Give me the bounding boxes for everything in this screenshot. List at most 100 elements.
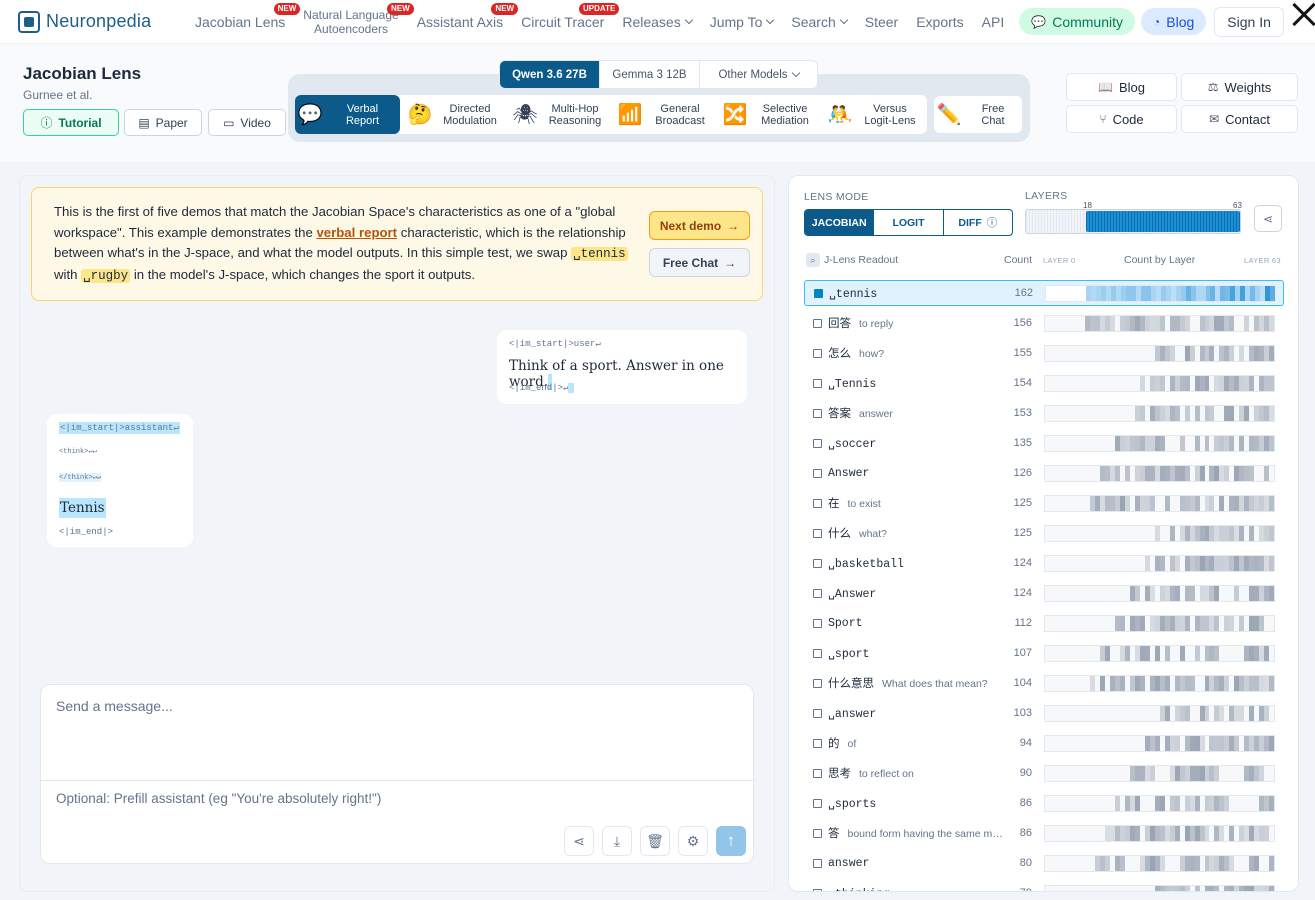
mode-logit[interactable]: LOGIT	[874, 210, 944, 235]
top-nav: Neuronpedia Jacobian Lens NEW Natural Lan…	[0, 0, 1315, 44]
code-button[interactable]: ⑂ Code	[1066, 105, 1177, 133]
paper-button[interactable]: ▤ Paper	[124, 109, 202, 136]
layer-range-slider[interactable]	[1025, 209, 1241, 234]
demo-multi-hop-reasoning[interactable]: 🕷 Multi-Hop Reasoning	[510, 95, 610, 134]
readout-row[interactable]: 在 to exist 125	[804, 490, 1284, 516]
tab-qwen[interactable]: Qwen 3.6 27B	[500, 61, 600, 88]
community-button[interactable]: 💬 Community	[1019, 8, 1135, 35]
search-icon[interactable]: ⌕	[806, 253, 820, 267]
nav-assistant-axis[interactable]: Assistant Axis NEW	[408, 0, 519, 44]
video-button[interactable]: ▭ Video	[208, 109, 286, 136]
verbal-report-link[interactable]: verbal report	[316, 225, 397, 240]
blog-label: Blog	[1166, 13, 1195, 30]
tab-gemma[interactable]: Gemma 3 12B	[600, 61, 700, 88]
composer-divider	[41, 780, 755, 781]
delete-button[interactable]: 🗑	[640, 826, 670, 856]
assistant-answer[interactable]: Tennis	[59, 498, 106, 518]
readout-row[interactable]: ␣answer 103	[804, 700, 1284, 726]
free-chat-button[interactable]: Free Chat →	[649, 248, 750, 277]
settings-button[interactable]: ⚙	[678, 826, 708, 856]
weights-button[interactable]: ⚖ Weights	[1181, 73, 1298, 101]
row-checkbox[interactable]	[813, 678, 822, 688]
nav-natural-language-autoencoders[interactable]: Natural Language Autoencoders NEW	[294, 0, 414, 44]
row-checkbox[interactable]	[813, 528, 822, 538]
row-checkbox[interactable]	[813, 468, 822, 478]
readout-row[interactable]: 思考 to reflect on 90	[804, 760, 1284, 786]
row-checkbox[interactable]	[813, 558, 822, 568]
row-checkbox[interactable]	[813, 768, 822, 778]
row-checkbox[interactable]	[813, 588, 822, 598]
readout-row[interactable]: 怎么 how? 155	[804, 340, 1284, 366]
contact-label: Contact	[1225, 111, 1270, 127]
row-checkbox[interactable]	[813, 348, 822, 358]
readout-row[interactable]: 的 of 94	[804, 730, 1284, 756]
blog-link-button[interactable]: 📖 Blog	[1066, 73, 1177, 101]
brand[interactable]: Neuronpedia	[18, 10, 186, 33]
nav-search[interactable]: Search	[782, 0, 855, 44]
readout-row[interactable]: ␣thinking 79	[804, 880, 1284, 891]
readout-row[interactable]: ␣basketball 124	[804, 550, 1284, 576]
row-checkbox[interactable]	[813, 708, 822, 718]
contact-button[interactable]: ✉ Contact	[1181, 105, 1298, 133]
token-text: 什么意思	[828, 678, 874, 691]
readout-row[interactable]: Answer 126	[804, 460, 1284, 486]
nav-jacobian-lens[interactable]: Jacobian Lens NEW	[186, 0, 301, 44]
mode-diff[interactable]: DIFF ⓘ	[944, 210, 1012, 235]
row-checkbox[interactable]	[813, 498, 822, 508]
demo-directed-modulation[interactable]: 🤔 Directed Modulation	[405, 95, 505, 134]
row-checkbox[interactable]	[813, 618, 822, 628]
readout-row[interactable]: ␣soccer 135	[804, 430, 1284, 456]
demo-selective-mediation[interactable]: 🔀 Selective Mediation	[720, 95, 820, 134]
demo-versus-logit-lens[interactable]: 🤼 Versus Logit-Lens	[825, 95, 925, 134]
token-text: ␣sport	[828, 647, 870, 661]
readout-row[interactable]: 回答 to reply 156	[804, 310, 1284, 336]
readout-row[interactable]: 答 bound form having the same m… 86	[804, 820, 1284, 846]
layer-range-selection[interactable]	[1086, 211, 1240, 232]
close-icon[interactable]	[1287, 0, 1315, 28]
readout-row[interactable]: ␣sport 107	[804, 640, 1284, 666]
share-lens-button[interactable]: ⋖	[1254, 205, 1282, 232]
readout-row[interactable]: 答案 answer 153	[804, 400, 1284, 426]
readout-row[interactable]: 什么 what? 125	[804, 520, 1284, 546]
row-checkbox[interactable]	[813, 318, 822, 328]
readout-row[interactable]: 什么意思 What does that mean? 104	[804, 670, 1284, 696]
row-checkbox[interactable]	[813, 738, 822, 748]
nav-steer[interactable]: Steer	[856, 0, 907, 44]
tutorial-button[interactable]: ⓘ Tutorial	[23, 109, 119, 136]
download-button[interactable]: ⤓	[602, 826, 632, 856]
readout-row[interactable]: ␣Answer 124	[804, 580, 1284, 606]
readout-row[interactable]: ␣sports 86	[804, 790, 1284, 816]
send-button[interactable]: ↑	[716, 826, 746, 856]
nav-exports[interactable]: Exports	[907, 0, 972, 44]
assistant-start-token: <|im_start|>assistant↵	[59, 422, 180, 434]
nav-releases[interactable]: Releases	[613, 0, 700, 44]
row-checkbox[interactable]	[814, 288, 823, 298]
nav-api[interactable]: API	[973, 0, 1014, 44]
readout-row[interactable]: answer 80	[804, 850, 1284, 876]
readout-row[interactable]: ␣Tennis 154	[804, 370, 1284, 396]
share-button[interactable]: ⋖	[564, 826, 594, 856]
row-checkbox[interactable]	[813, 648, 822, 658]
row-checkbox[interactable]	[813, 378, 822, 388]
demo-verbal-report[interactable]: 💬 Verbal Report	[295, 95, 400, 134]
row-checkbox[interactable]	[813, 798, 822, 808]
row-checkbox[interactable]	[813, 438, 822, 448]
demo-free-chat[interactable]: ✏️ Free Chat	[933, 95, 1023, 134]
message-input[interactable]: Send a message...	[56, 698, 173, 714]
mode-jacobian[interactable]: JACOBIAN	[805, 210, 875, 235]
nav-circuit-tracer[interactable]: Circuit Tracer UPDATE	[512, 0, 620, 44]
demo-label-1: Multi-Hop	[551, 102, 599, 115]
tab-other-models[interactable]: Other Models	[700, 61, 817, 88]
row-checkbox[interactable]	[813, 888, 822, 891]
row-checkbox[interactable]	[813, 408, 822, 418]
readout-row[interactable]: Sport 112	[804, 610, 1284, 636]
row-checkbox[interactable]	[813, 828, 822, 838]
row-checkbox[interactable]	[813, 858, 822, 868]
prefill-input[interactable]: Optional: Prefill assistant (eg "You're …	[56, 791, 381, 806]
nav-jump-to[interactable]: Jump To	[701, 0, 783, 44]
next-demo-button[interactable]: Next demo →	[649, 211, 750, 240]
blog-nav-button[interactable]: ◔ Blog	[1141, 8, 1207, 35]
readout-row[interactable]: ␣tennis 162	[804, 280, 1284, 306]
demo-general-broadcast[interactable]: 📶 General Broadcast	[615, 95, 715, 134]
sign-in-button[interactable]: Sign In	[1214, 6, 1284, 37]
